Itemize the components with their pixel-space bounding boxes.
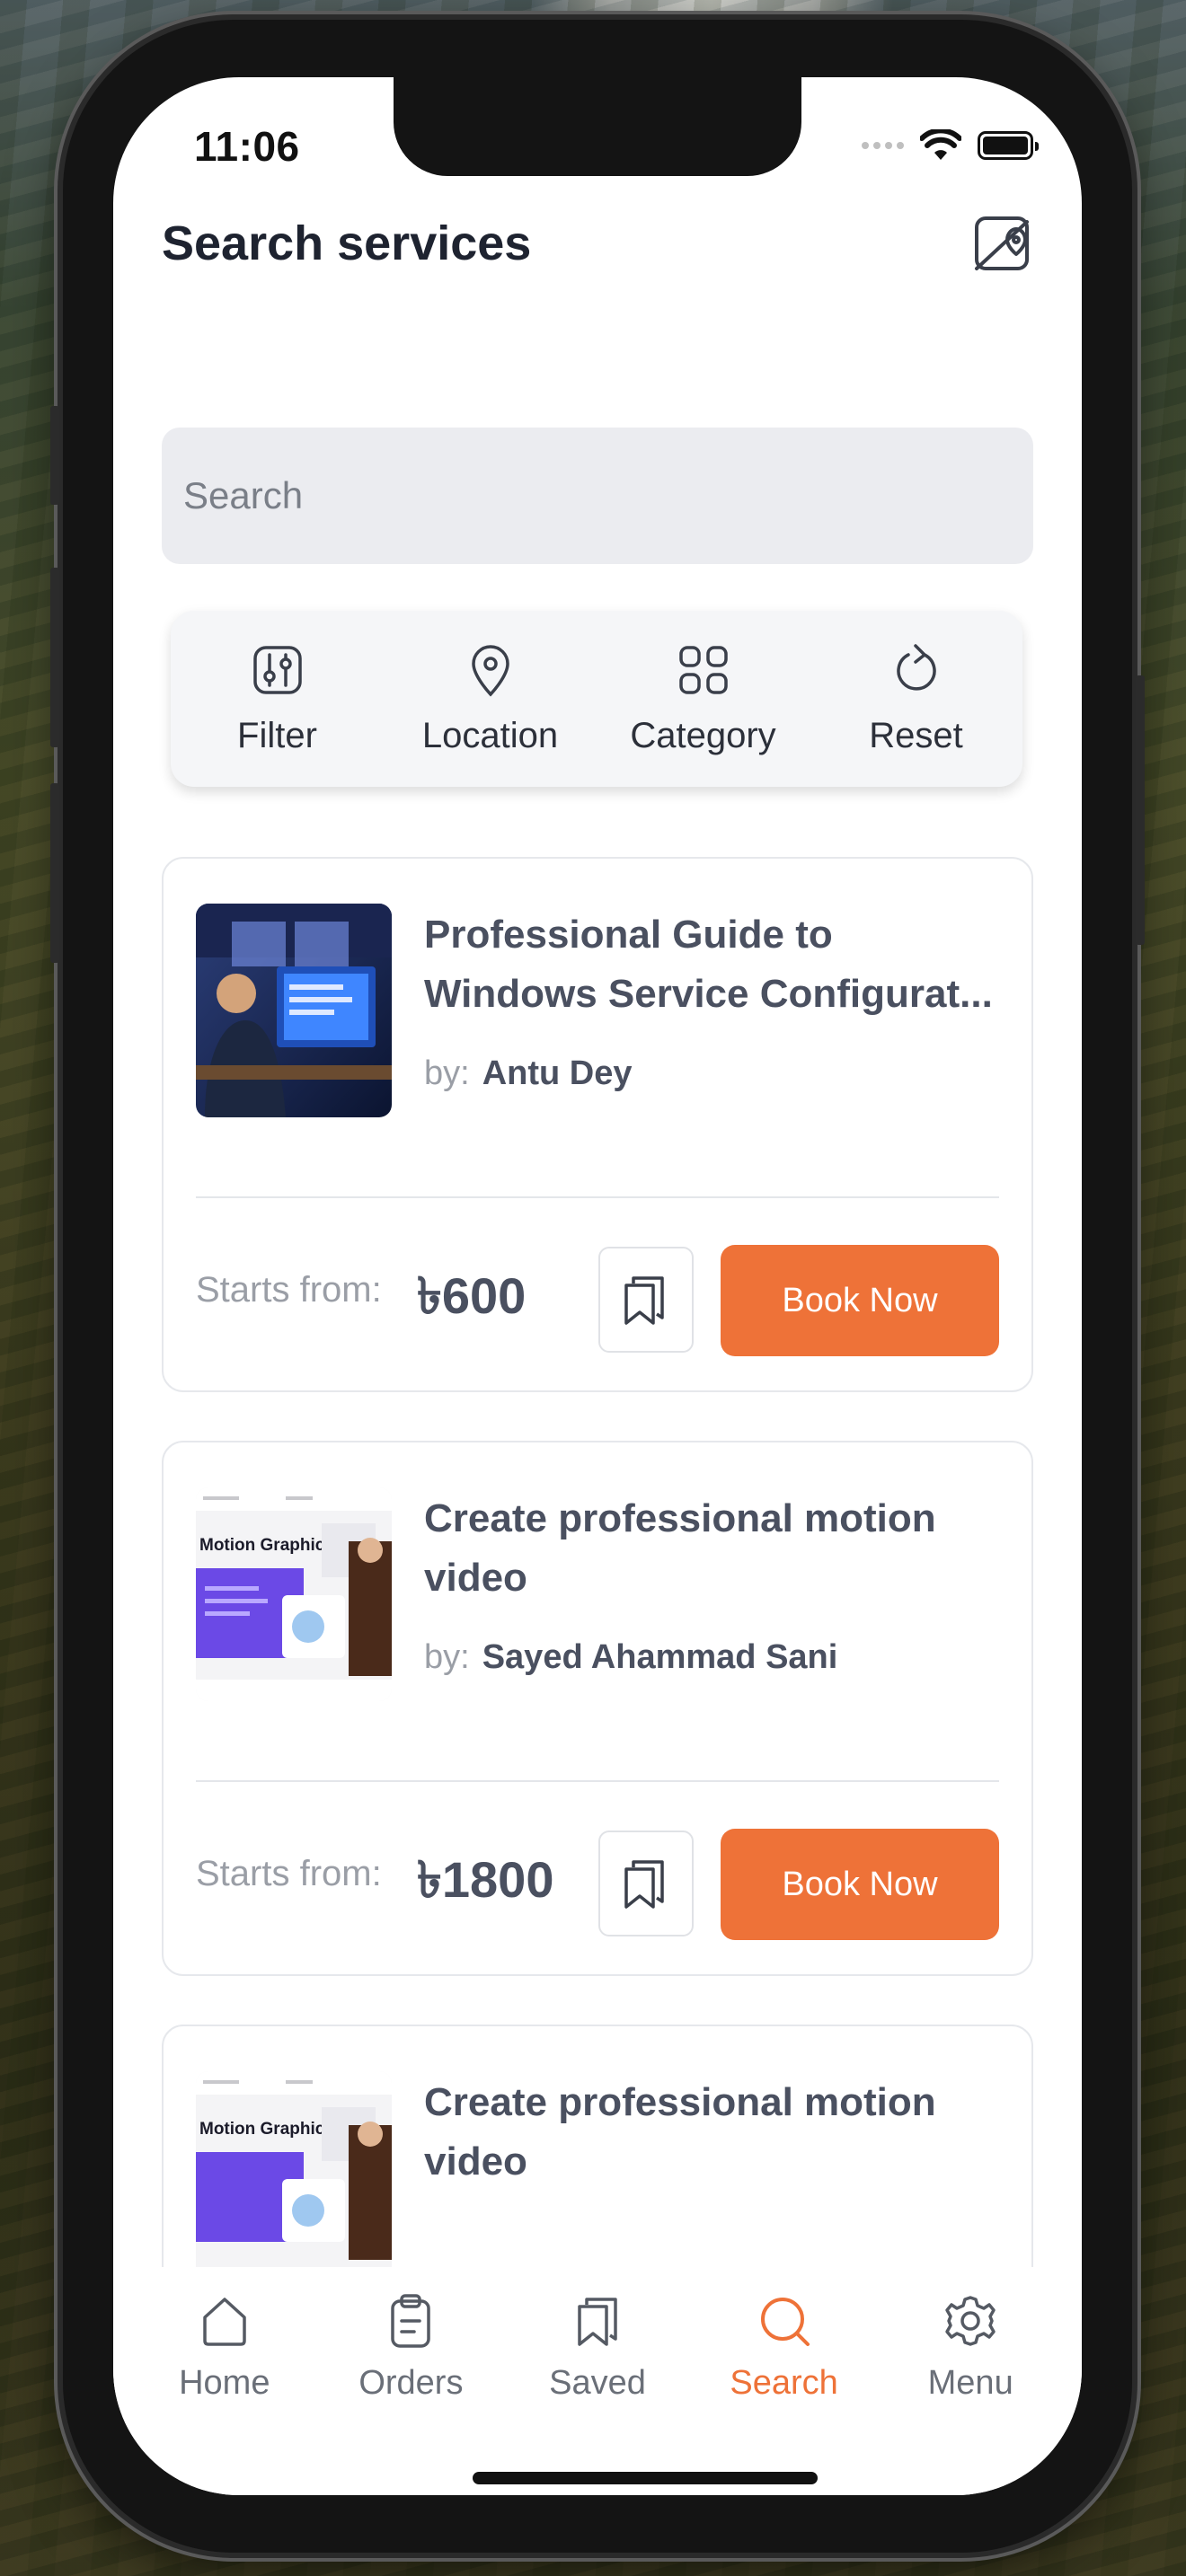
map-button[interactable] bbox=[970, 212, 1033, 275]
page-header: Search services bbox=[162, 194, 1033, 293]
service-author: by: Antu Dey bbox=[424, 1054, 633, 1093]
map-icon bbox=[975, 216, 1029, 270]
filter-button[interactable]: Filter bbox=[171, 611, 384, 787]
home-icon bbox=[203, 2298, 246, 2346]
signal-icon bbox=[862, 142, 904, 149]
bookmarks-icon bbox=[624, 1276, 664, 1325]
side-button bbox=[1136, 675, 1145, 945]
clipboard-icon bbox=[391, 2294, 431, 2348]
sliders-icon bbox=[252, 645, 302, 694]
thumb-text: Motion Graphics bbox=[199, 2120, 334, 2139]
tab-orders[interactable]: Orders bbox=[318, 2269, 505, 2495]
tab-home[interactable]: Home bbox=[131, 2269, 318, 2495]
save-button[interactable] bbox=[598, 1831, 694, 1936]
app-screen: 11:06 Search services Search Filter Loca… bbox=[113, 77, 1082, 2495]
service-thumbnail: Motion Graphics bbox=[196, 2071, 392, 2267]
tab-label: Home bbox=[179, 2364, 270, 2402]
grid-icon bbox=[678, 645, 728, 694]
reset-button[interactable]: Reset bbox=[810, 611, 1022, 787]
service-price: ৳600 bbox=[417, 1267, 527, 1324]
side-button bbox=[50, 783, 59, 963]
status-time: 11:06 bbox=[194, 123, 300, 170]
starts-from-label: Starts from: bbox=[196, 1270, 382, 1310]
tab-label: Saved bbox=[549, 2364, 646, 2402]
gear-icon bbox=[945, 2296, 996, 2346]
service-thumbnail: Motion Graphics bbox=[196, 1487, 392, 1701]
refresh-icon bbox=[896, 643, 936, 691]
bookmarks-icon bbox=[578, 2298, 617, 2346]
service-card[interactable]: Motion Graphics Create professional moti… bbox=[162, 2025, 1033, 2267]
author-name[interactable]: Antu Dey bbox=[482, 1054, 633, 1092]
service-thumbnail bbox=[196, 904, 392, 1117]
service-list: Professional Guide to Windows Service Co… bbox=[162, 857, 1033, 2267]
service-card[interactable]: Professional Guide to Windows Service Co… bbox=[162, 857, 1033, 1392]
tab-label: Search bbox=[730, 2364, 838, 2402]
book-now-button[interactable]: Book Now bbox=[721, 1245, 999, 1356]
search-input[interactable] bbox=[162, 428, 1033, 564]
side-button bbox=[50, 406, 59, 505]
notch bbox=[394, 77, 801, 176]
filter-toolbar: Filter Location Category Reset bbox=[171, 611, 1022, 787]
bookmarks-icon bbox=[624, 1860, 664, 1909]
service-author: by: Sayed Ahammad Sani bbox=[424, 1638, 837, 1677]
tab-saved[interactable]: Saved bbox=[504, 2269, 691, 2495]
book-now-button[interactable]: Book Now bbox=[721, 1829, 999, 1940]
service-title[interactable]: Create professional motion video bbox=[424, 2073, 999, 2192]
by-label: by: bbox=[424, 1638, 470, 1676]
category-label: Category bbox=[630, 715, 776, 755]
location-pin-icon bbox=[471, 644, 509, 697]
divider bbox=[196, 1780, 999, 1782]
battery-icon bbox=[978, 131, 1039, 160]
filter-label: Filter bbox=[237, 715, 317, 755]
bottom-tab-bar: Home Orders Saved Search Menu bbox=[113, 2269, 1082, 2495]
starts-from-label: Starts from: bbox=[196, 1854, 382, 1893]
thumb-text: Motion Graphics bbox=[199, 1536, 334, 1555]
author-name[interactable]: Sayed Ahammad Sani bbox=[482, 1638, 838, 1676]
save-button[interactable] bbox=[598, 1247, 694, 1353]
reset-label: Reset bbox=[869, 715, 963, 755]
home-indicator[interactable] bbox=[473, 2472, 818, 2484]
category-button[interactable]: Category bbox=[597, 611, 810, 787]
service-title[interactable]: Create professional motion video bbox=[424, 1489, 999, 1608]
service-card[interactable]: Motion Graphics Create professional moti… bbox=[162, 1441, 1033, 1976]
status-icons bbox=[862, 129, 1039, 162]
tab-menu[interactable]: Menu bbox=[877, 2269, 1064, 2495]
tab-search[interactable]: Search bbox=[691, 2269, 878, 2495]
tab-label: Orders bbox=[358, 2364, 464, 2402]
location-button[interactable]: Location bbox=[384, 611, 597, 787]
service-price: ৳1800 bbox=[417, 1851, 554, 1908]
location-label: Location bbox=[421, 715, 559, 755]
wifi-icon bbox=[920, 129, 961, 160]
by-label: by: bbox=[424, 1054, 470, 1092]
search-icon bbox=[760, 2298, 810, 2346]
side-button bbox=[50, 568, 59, 747]
divider bbox=[196, 1196, 999, 1198]
service-title[interactable]: Professional Guide to Windows Service Co… bbox=[424, 905, 999, 1024]
page-title: Search services bbox=[162, 216, 532, 270]
tab-label: Menu bbox=[927, 2364, 1013, 2402]
phone-frame: 11:06 Search services Search Filter Loca… bbox=[50, 20, 1145, 2553]
